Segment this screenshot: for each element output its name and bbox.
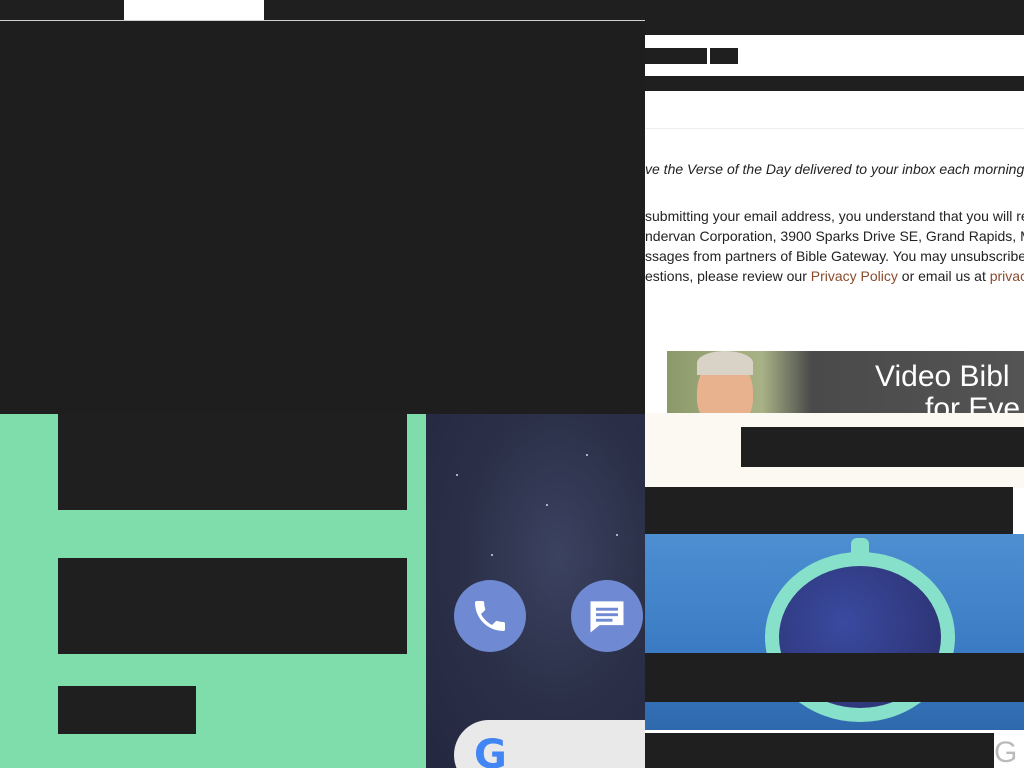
signup-legal-text: submitting your email address, you under… [645,206,1024,286]
divider [645,128,1024,129]
google-logo-icon: G [474,732,507,768]
presenter-hair [697,351,753,375]
legal-line: ssages from partners of Bible Gateway. Y… [645,248,1024,264]
video-banner-line2: for Eve [925,392,1021,414]
star [491,554,493,556]
star [456,474,458,476]
legal-line: submitting your email address, you under… [645,208,1024,224]
star [546,504,548,506]
ad-caption-redaction [645,653,1024,702]
messages-icon[interactable] [571,580,643,652]
video-bible-banner[interactable]: Video Bibl for Eve [667,351,1024,413]
privacy-email-link[interactable]: privacy [990,268,1024,284]
legal-line: ndervan Corporation, 3900 Sparks Drive S… [645,228,1024,244]
legal-line-text: estions, please review our [645,268,811,284]
mint-button-redaction[interactable] [58,686,196,734]
ad-heading-redaction [645,487,1013,534]
bible-gateway-page: ve the Verse of the Day delivered to you… [645,0,1024,768]
mint-block-redaction-1 [58,414,407,510]
phone-home-screen: G [426,414,645,768]
mint-panel [0,414,426,768]
top-bar [0,0,645,21]
top-tab[interactable] [124,0,264,20]
video-banner-text: Video Bibl for Eve [875,360,1021,414]
section-bar-redaction [645,76,1024,91]
footer-redaction [645,733,994,768]
nav-redaction[interactable] [645,48,707,64]
video-banner-line1: Video Bibl [875,360,1010,393]
phone-icon[interactable] [454,580,526,652]
partial-logo-icon: G [994,736,1024,768]
star [616,534,618,536]
privacy-policy-link[interactable]: Privacy Policy [811,268,898,284]
verse-signup-intro: ve the Verse of the Day delivered to you… [645,161,1024,177]
sunglasses-bridge [851,538,869,564]
promo-button-redaction[interactable] [741,427,1024,467]
star [586,454,588,456]
header-redaction [645,0,1024,35]
legal-line: estions, please review our Privacy Polic… [645,266,1024,286]
or-email-text: or email us at [897,268,990,284]
nav-redaction-small[interactable] [710,48,738,64]
mint-block-redaction-2 [58,558,407,654]
